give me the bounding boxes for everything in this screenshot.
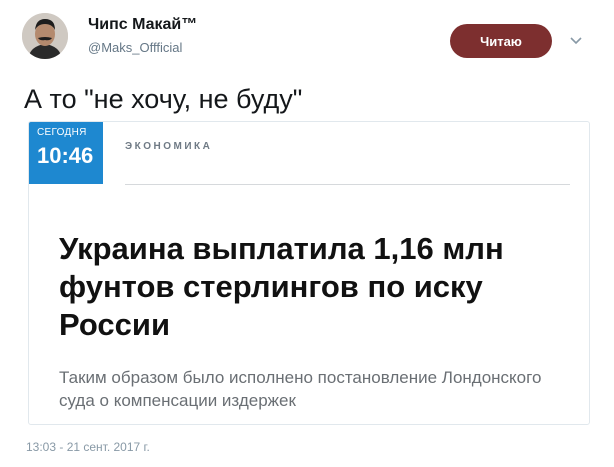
- link-card[interactable]: СЕГОДНЯ 10:46 ЭКОНОМИКА Украина выплатил…: [28, 121, 590, 425]
- user-handle[interactable]: @Maks_Offficial: [88, 40, 182, 55]
- date-label: СЕГОДНЯ: [37, 127, 87, 138]
- divider: [125, 184, 570, 185]
- avatar[interactable]: [22, 13, 68, 59]
- time-label: 10:46: [37, 143, 94, 168]
- tweet-timestamp[interactable]: 13:03 - 21 сент. 2017 г.: [26, 440, 150, 454]
- article-headline[interactable]: Украина выплатила 1,16 млн фунтов стерли…: [59, 230, 574, 344]
- section-label: ЭКОНОМИКА: [125, 141, 213, 152]
- tweet-text: А то "не хочу, не буду": [24, 84, 303, 114]
- display-name[interactable]: Чипс Макай™: [88, 16, 197, 34]
- follow-button[interactable]: Читаю: [450, 24, 552, 58]
- chevron-down-icon[interactable]: [568, 34, 584, 48]
- avatar-image: [22, 13, 68, 59]
- article-lead: Таким образом было исполнено постановлен…: [59, 368, 542, 410]
- time-badge: СЕГОДНЯ 10:46: [29, 122, 103, 184]
